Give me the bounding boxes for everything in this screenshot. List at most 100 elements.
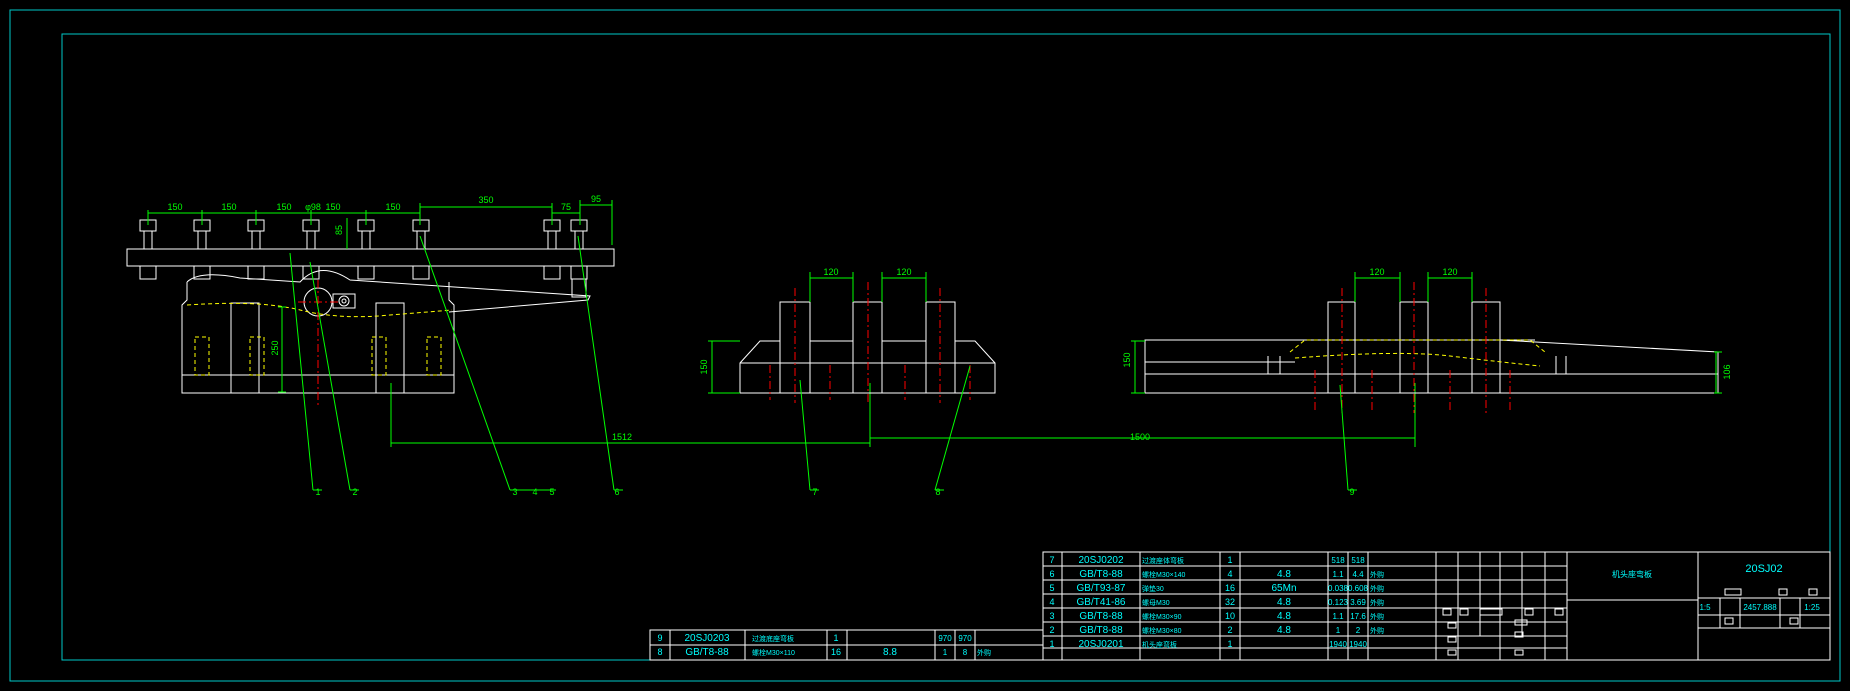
- balloon-1: 1: [315, 487, 320, 497]
- middle-view-dimension-lines: [708, 272, 971, 491]
- bom-left-w2: 970: [958, 634, 972, 643]
- bom-left-code: GB/T8-88: [685, 647, 729, 658]
- bom-table-lines: [649, 551, 1831, 661]
- bom-w2: 17.6: [1350, 612, 1366, 621]
- balloon-9: 9: [1349, 487, 1354, 497]
- dim-d250: 250: [270, 340, 280, 355]
- bom-no: 7: [1049, 555, 1054, 565]
- bom-w2: 4.4: [1352, 570, 1364, 579]
- bom-left-w2: 8: [963, 648, 968, 657]
- left-view-dimension-lines: [147, 200, 1416, 491]
- bom-code: GB/T8-88: [1079, 611, 1123, 622]
- bom-left-code: 20SJ0203: [684, 633, 729, 644]
- bom-qty: 4: [1227, 569, 1232, 579]
- bom-left-note: 外购: [977, 648, 991, 657]
- bom-code: 20SJ0201: [1078, 639, 1123, 650]
- title-weight: 2457.888: [1743, 603, 1777, 612]
- dim-d75: 75: [561, 202, 571, 212]
- bom-w1: 0.038: [1328, 584, 1349, 593]
- bom-left-no: 8: [657, 647, 662, 657]
- bom-code: GB/T8-88: [1079, 625, 1123, 636]
- bom-name: 螺栓M30×90: [1142, 612, 1182, 621]
- bom-left-name: 过渡底座弯板: [752, 634, 794, 643]
- dim-d150b: 150: [221, 202, 236, 212]
- bom-note: 外购: [1370, 598, 1384, 607]
- dim-d85: 85: [334, 225, 344, 235]
- title-drawing-name: 机头座弯板: [1612, 569, 1652, 579]
- dim-d150c: 150: [276, 202, 291, 212]
- bom-code: GB/T41-86: [1077, 597, 1126, 608]
- bom-qty: 2: [1227, 625, 1232, 635]
- dimension-texts: 150 150 150 φ98 150 150 350 75 95 85 250 120 120 150 1…: [167, 194, 1732, 442]
- balloon-6: 6: [614, 487, 619, 497]
- right-view-geometry: [1144, 301, 1719, 394]
- bom-w2: 3.69: [1350, 598, 1366, 607]
- balloon-5: 5: [549, 487, 554, 497]
- bom-grade: 4.8: [1277, 597, 1291, 608]
- bom-note: 外购: [1370, 626, 1384, 635]
- bom-texts: 7 20SJ0202 过渡座体弯板 1 518 5186 GB/T8-88 螺栓M30×140…: [657, 555, 1384, 658]
- bom-name: 弹垫30: [1142, 584, 1164, 593]
- balloon-3: 3: [512, 487, 517, 497]
- bom-qty: 10: [1225, 611, 1235, 621]
- dim-d1500: 1500: [1130, 432, 1150, 442]
- bom-left-w1: 1: [943, 648, 948, 657]
- left-view-geometry: [126, 219, 615, 394]
- bom-qty: 16: [1225, 583, 1235, 593]
- bom-name: 螺栓M30×80: [1142, 626, 1182, 635]
- bom-note: 外购: [1370, 570, 1384, 579]
- bom-qty: 32: [1225, 597, 1235, 607]
- dim-d150e: 150: [385, 202, 400, 212]
- bom-grade: 4.8: [1277, 569, 1291, 580]
- bom-no: 4: [1049, 597, 1054, 607]
- dim-mid120b: 120: [896, 267, 911, 277]
- balloon-texts: 1 2 3 4 5 6 7 8 9: [315, 487, 1354, 497]
- bom-code: GB/T8-88: [1079, 569, 1123, 580]
- bom-no: 6: [1049, 569, 1054, 579]
- bom-name: 螺母M30: [1142, 598, 1170, 607]
- title-sheet: 1:25: [1804, 603, 1820, 612]
- bom-left-qty: 1: [833, 633, 838, 643]
- bom-grade: 4.8: [1277, 611, 1291, 622]
- title-drawing-number: 20SJ02: [1745, 563, 1782, 575]
- dim-r106: 106: [1722, 364, 1732, 379]
- right-view-dimension-lines: [1131, 272, 1722, 491]
- bom-qty: 1: [1227, 555, 1232, 565]
- bom-no: 5: [1049, 583, 1054, 593]
- bom-w1: 1940: [1329, 640, 1347, 649]
- bom-w1: 0.123: [1328, 598, 1349, 607]
- dim-r150: 150: [1122, 352, 1132, 367]
- bom-w2: 518: [1351, 556, 1365, 565]
- dim-d95: 95: [591, 194, 601, 204]
- bom-w2: 0.608: [1348, 584, 1369, 593]
- bom-left-w1: 970: [938, 634, 952, 643]
- dim-phi98: φ98: [305, 202, 321, 212]
- cad-drawing-canvas: 150 150 150 φ98 150 150350759585250120 1201501…: [9, 9, 1841, 682]
- bom-w1: 518: [1331, 556, 1345, 565]
- balloon-7: 7: [812, 487, 817, 497]
- bom-w1: 1.1: [1332, 612, 1344, 621]
- bom-no: 3: [1049, 611, 1054, 621]
- dim-d350: 350: [478, 195, 493, 205]
- bom-grade: 4.8: [1277, 625, 1291, 636]
- bom-code: 20SJ0202: [1078, 555, 1123, 566]
- bom-left-qty: 16: [831, 647, 841, 657]
- bom-qty: 1: [1227, 639, 1232, 649]
- balloon-2: 2: [352, 487, 357, 497]
- bom-left-name: 螺栓M30×110: [752, 648, 795, 657]
- bom-note: 外购: [1370, 612, 1384, 621]
- bom-w1: 1: [1336, 626, 1341, 635]
- dim-d1512: 1512: [612, 432, 632, 442]
- bom-w1: 1.1: [1332, 570, 1344, 579]
- dim-r120b: 120: [1442, 267, 1457, 277]
- title-block-texts: 机头座弯板 20SJ02 1:5 2457.888 1:25: [1612, 563, 1820, 612]
- dim-r120a: 120: [1369, 267, 1384, 277]
- balloon-4: 4: [532, 487, 537, 497]
- bom-left-no: 9: [657, 633, 662, 643]
- bom-no: 2: [1049, 625, 1054, 635]
- title-scale: 1:5: [1699, 603, 1711, 612]
- bom-name: 螺栓M30×140: [1142, 570, 1185, 579]
- bom-w2: 2: [1356, 626, 1361, 635]
- bom-left-grade: 8.8: [883, 647, 897, 658]
- bom-name: 过渡座体弯板: [1142, 556, 1184, 565]
